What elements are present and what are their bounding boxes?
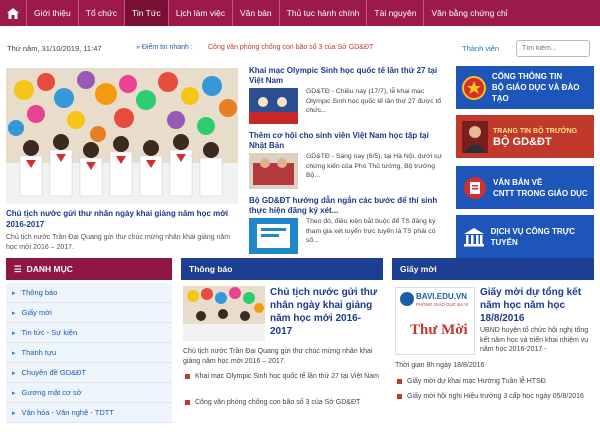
chevron-right-icon: ▸: [12, 329, 16, 337]
banner-line: DỊCH VỤ CÔNG TRỰC TUYẾN: [490, 226, 576, 247]
announcement-list-item[interactable]: Công văn phòng chống con bão số 3 của Sở…: [185, 398, 381, 408]
announcement-list-item[interactable]: Khai mạc Olympic Sinh học quốc tế lần th…: [185, 372, 381, 382]
announcement-panel-header: Thông báo: [181, 258, 383, 280]
hero-title[interactable]: Chủ tịch nước gửi thư nhân ngày khai giả…: [6, 208, 242, 230]
nav-item-to-chuc[interactable]: Tổ chức: [77, 0, 124, 26]
nav-item-gioi-thieu[interactable]: Giới thiệu: [26, 0, 78, 26]
news-thumbnail[interactable]: [249, 88, 298, 124]
news-item[interactable]: Thêm cơ hội cho sinh viên Việt Nam học t…: [249, 131, 445, 189]
category-item[interactable]: ▸ Gương mặt cơ sở: [6, 383, 172, 403]
bullet-icon: [185, 399, 190, 405]
news-title[interactable]: Thêm cơ hội cho sinh viên Việt Nam học t…: [249, 131, 445, 151]
category-menu: ▸ Thông báo ▸ Giấy mời ▸ Tin tức - Sự kiện …: [6, 283, 172, 423]
current-date: Thứ năm, 31/10/2019, 11:47: [7, 44, 102, 53]
chevron-right-icon: ▸: [12, 289, 16, 297]
news-desc: GD&TĐ - Chiều nay (17/7), lễ khai mạc Ol…: [306, 88, 442, 114]
news-thumbnail[interactable]: [249, 153, 298, 189]
home-icon[interactable]: [0, 0, 26, 26]
main-menu: Giới thiệu Tổ chức Tin Tức Lịch làm việc…: [26, 0, 515, 26]
invitation-date: Thời gian 8h ngày 18/8/2016: [395, 362, 485, 369]
banner-line: VĂN BẢN VỀ: [493, 177, 543, 187]
category-item[interactable]: ▸ Tin tức - Sự kiện: [6, 323, 172, 343]
category-item[interactable]: ▸ Thanh tựu: [6, 343, 172, 363]
top-navigation-bar: Giới thiệu Tổ chức Tin Tức Lịch làm việc…: [0, 0, 600, 26]
balloons-children-photo: [6, 68, 238, 204]
invitation-list-item[interactable]: Giấy mời dự khai mạc Hướng Tuần lễ HTSĐ: [397, 377, 593, 387]
nav-item-tin-tuc[interactable]: Tin Tức: [123, 0, 168, 26]
invitation-list-item[interactable]: Giấy mời hội nghị Hiệu trưởng 3 cấp học …: [397, 392, 587, 402]
nav-item-van-ban[interactable]: Văn bản: [231, 0, 279, 26]
nav-item-van-bang-chung-chi[interactable]: Văn bằng chứng chỉ: [423, 0, 514, 26]
banner-line: CNTT TRONG GIÁO DỤC: [493, 188, 588, 198]
chevron-right-icon: ▸: [12, 389, 16, 397]
hot-news-label: » Điểm tin nhanh :: [136, 44, 193, 51]
category-item[interactable]: ▸ Thông báo: [6, 283, 172, 303]
hero-image[interactable]: [6, 68, 238, 204]
category-item[interactable]: ▸ Chuyên đề GD&ĐT: [6, 363, 172, 383]
category-item[interactable]: ▸ Giấy mời: [6, 303, 172, 323]
news-desc: Theo đó, điều kiện bắt buộc để TS đăng k…: [306, 218, 436, 244]
category-panel-header: ☰ DANH MỤC: [6, 258, 172, 280]
image-invitation-word: Thư Mời: [410, 322, 468, 338]
category-item[interactable]: ▸ Văn hóa - Văn nghệ - TDTT: [6, 403, 172, 423]
member-link[interactable]: Thành viên: [462, 44, 499, 53]
announcement-thumbnail[interactable]: [183, 286, 265, 341]
bullet-icon: [397, 393, 402, 399]
chevron-right-icon: ▸: [12, 309, 16, 317]
list-icon: ☰: [14, 263, 22, 274]
hot-news-ticker[interactable]: Công văn phòng chống con bão số 3 của Sở…: [208, 44, 373, 51]
banner-line: TRANG TIN BỘ TRƯỞNG: [493, 127, 578, 135]
banner-dich-vu-cong[interactable]: DỊCH VỤ CÔNG TRỰC TUYẾN: [456, 215, 594, 258]
banner-line: BỘ GD&ĐT: [493, 135, 552, 148]
news-thumbnail[interactable]: [249, 218, 298, 254]
emblem-icon: [462, 73, 487, 103]
banner-trang-tin-bo-truong[interactable]: TRANG TIN BỘ TRƯỞNG BỘ GD&ĐT: [456, 115, 594, 158]
bavi-logo: [400, 292, 414, 306]
banner-bo-giao-duc[interactable]: CỔNG THÔNG TIN BỘ GIÁO DỤC VÀ ĐÀO TẠO: [456, 66, 594, 109]
invitation-title[interactable]: Giấy mời dự tổng kết năm học năm học 18/…: [480, 286, 596, 325]
news-item[interactable]: Khai mạc Olympic Sinh học quốc tế lần th…: [249, 66, 445, 124]
banner-line: BỘ GIÁO DỤC VÀ ĐÀO TẠO: [491, 83, 580, 103]
news-title[interactable]: Bộ GD&ĐT hướng dẫn ngắn các bước để thí …: [249, 196, 445, 216]
chevron-right-icon: ▸: [12, 349, 16, 357]
banner-van-ban-cntt[interactable]: VĂN BẢN VỀ CNTT TRONG GIÁO DỤC: [456, 166, 594, 209]
invitation-panel-header: Giấy mời: [392, 258, 594, 280]
nav-item-lich-lam-viec[interactable]: Lịch làm việc: [167, 0, 232, 26]
announcement-summary: Chủ tịch nước Trần Đại Quang gửi thư chú…: [183, 348, 373, 365]
portrait-icon: [462, 120, 488, 153]
chevron-right-icon: ▸: [12, 369, 16, 377]
bullet-icon: [397, 378, 402, 384]
search-input[interactable]: [516, 40, 590, 57]
invitation-image[interactable]: BAVI.EDU.VN PHÒNG GIÁO DỤC BA VÌ Thư Mời: [395, 287, 475, 355]
nav-item-tai-nguyen[interactable]: Tài nguyên: [366, 0, 423, 26]
invitation-summary: UBND huyện tổ chức hội nghị tổng kết năm…: [480, 327, 589, 353]
document-icon: [462, 173, 488, 203]
image-subtitle: PHÒNG GIÁO DỤC BA VÌ: [416, 302, 469, 307]
bullet-icon: [185, 373, 190, 379]
nav-item-thu-tuc-hanh-chinh[interactable]: Thủ tục hành chính: [278, 0, 367, 26]
building-icon: [462, 222, 486, 252]
news-desc: GD&TĐ - Sáng nay (6/5), tại Hà Nội, dưới…: [306, 153, 442, 179]
announcement-title[interactable]: Chủ tịch nước gửi thư nhân ngày khai giả…: [270, 286, 382, 338]
banner-line: CỔNG THÔNG TIN: [491, 72, 563, 81]
image-site-name: BAVI.EDU.VN: [416, 292, 467, 301]
hero-summary: Chủ tịch nước Trần Đại Quang gửi thư chú…: [6, 234, 231, 251]
news-title[interactable]: Khai mạc Olympic Sinh học quốc tế lần th…: [249, 66, 445, 86]
news-item[interactable]: Bộ GD&ĐT hướng dẫn ngắn các bước để thí …: [249, 196, 445, 254]
chevron-right-icon: ▸: [12, 409, 16, 417]
